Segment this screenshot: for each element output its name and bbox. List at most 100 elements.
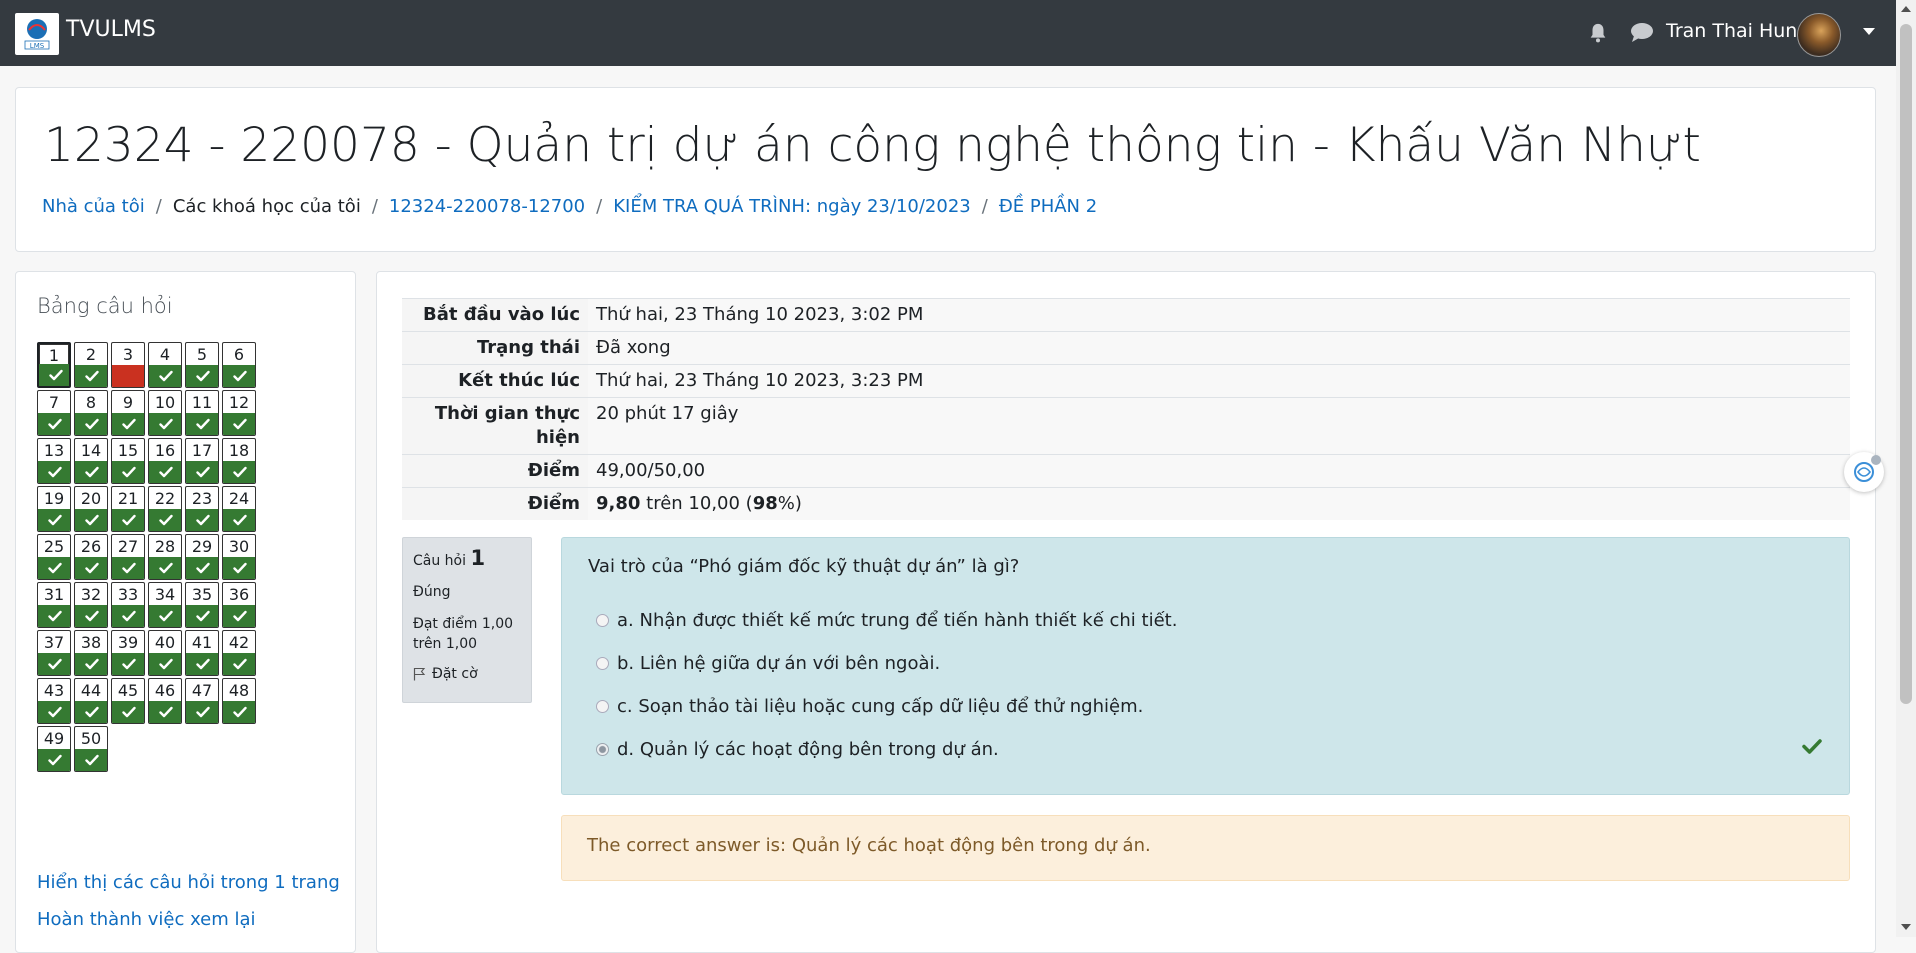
question-nav-button[interactable]: 44 xyxy=(74,678,108,724)
show-one-page-link[interactable]: Hiển thị các câu hỏi trong 1 trang xyxy=(37,872,340,893)
scroll-up-arrow-icon[interactable] xyxy=(1901,6,1911,12)
check-icon xyxy=(85,418,99,430)
question-nav-button[interactable]: 17 xyxy=(185,438,219,484)
question-nav-button[interactable]: 23 xyxy=(185,486,219,532)
question-nav-number: 46 xyxy=(154,681,176,700)
answer-option-b[interactable]: b. Liên hệ giữa dự án với bên ngoài. xyxy=(596,653,940,674)
question-nav-button[interactable]: 29 xyxy=(185,534,219,580)
question-nav-number: 37 xyxy=(43,633,65,652)
question-nav-button[interactable]: 45 xyxy=(111,678,145,724)
question-nav-button[interactable]: 38 xyxy=(74,630,108,676)
question-nav-number: 41 xyxy=(191,633,213,652)
breadcrumb-quiz[interactable]: ĐỀ PHẦN 2 xyxy=(999,196,1097,217)
user-menu-caret-icon[interactable] xyxy=(1863,28,1875,35)
question-nav-button[interactable]: 15 xyxy=(111,438,145,484)
check-icon xyxy=(233,658,247,670)
question-nav-button[interactable]: 5 xyxy=(185,342,219,388)
question-nav-button[interactable]: 4 xyxy=(148,342,182,388)
question-nav-number: 13 xyxy=(43,441,65,460)
notification-bell-icon[interactable] xyxy=(1587,22,1609,44)
question-nav-button[interactable]: 36 xyxy=(222,582,256,628)
question-nav-button[interactable]: 10 xyxy=(148,390,182,436)
check-icon xyxy=(233,466,247,478)
question-nav-button[interactable]: 35 xyxy=(185,582,219,628)
brand-name[interactable]: TVULMS xyxy=(66,17,156,42)
question-nav-button[interactable]: 43 xyxy=(37,678,71,724)
correct-status-bar xyxy=(75,365,107,387)
breadcrumb-section[interactable]: KIỂM TRA QUÁ TRÌNH: ngày 23/10/2023 xyxy=(613,196,971,217)
messages-icon[interactable] xyxy=(1630,22,1654,44)
question-nav-button[interactable]: 27 xyxy=(111,534,145,580)
check-icon xyxy=(85,754,99,766)
user-name[interactable]: Tran Thai Hung xyxy=(1666,20,1809,42)
radio-d-selected[interactable] xyxy=(596,743,609,756)
question-nav-button[interactable]: 32 xyxy=(74,582,108,628)
radio-c[interactable] xyxy=(596,700,609,713)
radio-a[interactable] xyxy=(596,614,609,627)
question-nav-button[interactable]: 18 xyxy=(222,438,256,484)
question-nav-button[interactable]: 46 xyxy=(148,678,182,724)
question-nav-button[interactable]: 1 xyxy=(37,342,71,388)
question-nav-number: 18 xyxy=(228,441,250,460)
question-nav-button[interactable]: 21 xyxy=(111,486,145,532)
question-nav-button[interactable]: 41 xyxy=(185,630,219,676)
question-nav-number: 16 xyxy=(154,441,176,460)
question-nav-button[interactable]: 34 xyxy=(148,582,182,628)
question-nav-button[interactable]: 39 xyxy=(111,630,145,676)
correct-status-bar xyxy=(75,653,107,675)
question-nav-button[interactable]: 37 xyxy=(37,630,71,676)
question-nav-button[interactable]: 28 xyxy=(148,534,182,580)
question-nav-button[interactable]: 9 xyxy=(111,390,145,436)
question-nav-button[interactable]: 25 xyxy=(37,534,71,580)
radio-b[interactable] xyxy=(596,657,609,670)
site-logo[interactable]: LMS xyxy=(15,13,59,55)
attempt-summary-table: Bắt đầu vào lúc Thứ hai, 23 Tháng 10 202… xyxy=(402,298,1850,520)
question-nav-button[interactable]: 24 xyxy=(222,486,256,532)
page-scrollbar[interactable] xyxy=(1896,0,1916,937)
question-nav-button[interactable]: 22 xyxy=(148,486,182,532)
answer-option-c[interactable]: c. Soạn thảo tài liệu hoặc cung cấp dữ l… xyxy=(596,696,1143,717)
check-icon xyxy=(159,706,173,718)
question-nav-button[interactable]: 50 xyxy=(74,726,108,772)
question-nav-number: 31 xyxy=(43,585,65,604)
question-nav-button[interactable]: 47 xyxy=(185,678,219,724)
answer-option-a[interactable]: a. Nhận được thiết kế mức trung để tiến … xyxy=(596,610,1177,631)
breadcrumb-course[interactable]: 12324-220078-12700 xyxy=(389,196,585,217)
question-nav-button[interactable]: 48 xyxy=(222,678,256,724)
finish-review-link[interactable]: Hoàn thành việc xem lại xyxy=(37,909,256,930)
quiz-navigation-panel: Bảng câu hỏi 1 2 3 4 5 6 7 8 9 10 11 12 13 14 15 16 17 18… xyxy=(15,271,356,953)
question-nav-button[interactable]: 26 xyxy=(74,534,108,580)
question-nav-button[interactable]: 42 xyxy=(222,630,256,676)
scroll-down-arrow-icon[interactable] xyxy=(1901,924,1911,930)
scroll-thumb[interactable] xyxy=(1900,24,1912,704)
question-nav-button[interactable]: 6 xyxy=(222,342,256,388)
question-nav-button[interactable]: 12 xyxy=(222,390,256,436)
answer-option-d[interactable]: d. Quản lý các hoạt động bên trong dự án… xyxy=(596,739,999,760)
question-nav-button[interactable]: 40 xyxy=(148,630,182,676)
question-nav-button[interactable]: 14 xyxy=(74,438,108,484)
question-nav-button[interactable]: 19 xyxy=(37,486,71,532)
check-icon xyxy=(85,466,99,478)
floating-assistant-button[interactable] xyxy=(1844,452,1884,492)
question-nav-button[interactable]: 16 xyxy=(148,438,182,484)
check-icon xyxy=(85,514,99,526)
correct-status-bar xyxy=(223,365,255,387)
flag-question-button[interactable]: Đặt cờ xyxy=(413,666,521,682)
question-nav-button[interactable]: 13 xyxy=(37,438,71,484)
question-nav-button[interactable]: 20 xyxy=(74,486,108,532)
question-nav-button[interactable]: 30 xyxy=(222,534,256,580)
question-nav-button[interactable]: 3 xyxy=(111,342,145,388)
check-icon xyxy=(48,706,62,718)
question-nav-button[interactable]: 2 xyxy=(74,342,108,388)
question-nav-button[interactable]: 8 xyxy=(74,390,108,436)
correct-status-bar xyxy=(38,653,70,675)
question-nav-button[interactable]: 31 xyxy=(37,582,71,628)
question-nav-button[interactable]: 11 xyxy=(185,390,219,436)
check-icon xyxy=(122,610,136,622)
breadcrumb-home[interactable]: Nhà của tôi xyxy=(42,196,145,217)
user-avatar[interactable] xyxy=(1797,13,1841,57)
question-nav-number: 40 xyxy=(154,633,176,652)
question-nav-button[interactable]: 33 xyxy=(111,582,145,628)
question-nav-button[interactable]: 49 xyxy=(37,726,71,772)
question-nav-button[interactable]: 7 xyxy=(37,390,71,436)
